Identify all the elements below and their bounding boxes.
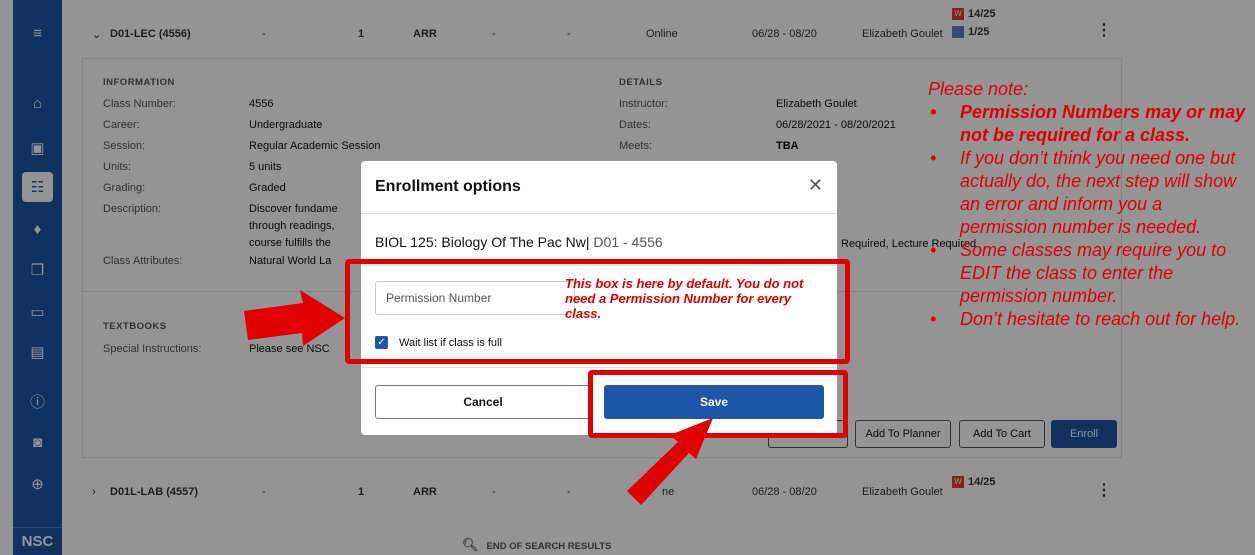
note-item: Don’t hesitate to reach out for help.: [928, 308, 1253, 331]
note-list: Permission Numbers may or may not be req…: [928, 101, 1253, 331]
arrow-up-icon: [627, 418, 713, 505]
arrow-right-icon: [244, 290, 345, 346]
note-heading: Please note:: [928, 79, 1029, 99]
note-item: If you don’t think you need one but actu…: [928, 147, 1253, 239]
note-item: Permission Numbers may or may not be req…: [928, 101, 1253, 147]
please-note-annotation: Please note: Permission Numbers may or m…: [928, 78, 1253, 331]
screen: ≡ ⌂ ▣ ☷ ♦ ❐ ▭ ▤ ⓘ ◙ ⊕ NSC ⌄ D01-LEC (455…: [0, 0, 1255, 555]
note-item: Some classes may require you to EDIT the…: [928, 239, 1253, 308]
